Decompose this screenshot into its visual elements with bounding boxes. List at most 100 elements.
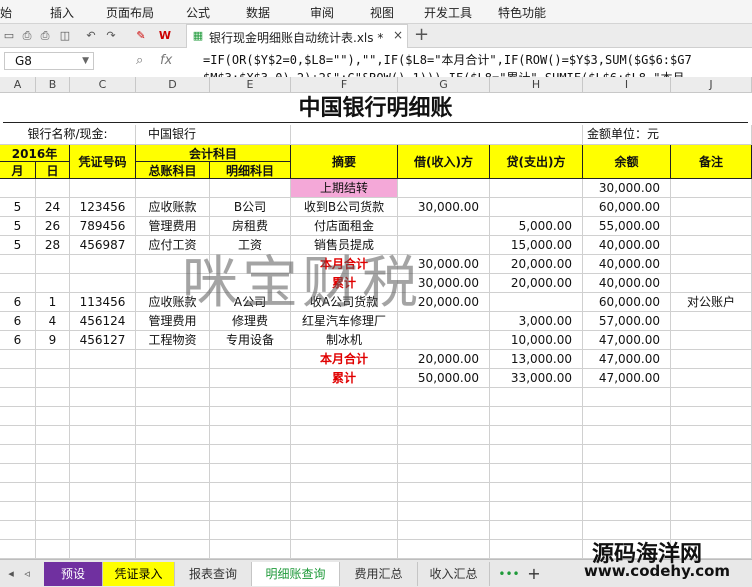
table-cell-m[interactable]: 5	[0, 198, 36, 217]
column-header-c[interactable]: C	[70, 77, 136, 93]
table-cell-bal[interactable]: 47,000.00	[583, 331, 671, 350]
empty-cell[interactable]	[583, 445, 671, 464]
empty-cell[interactable]	[70, 426, 136, 445]
empty-cell[interactable]	[291, 502, 398, 521]
table-cell-note[interactable]	[671, 274, 752, 293]
empty-cell[interactable]	[291, 426, 398, 445]
table-cell-d[interactable]: 26	[36, 217, 70, 236]
table-cell-g[interactable]	[136, 350, 210, 369]
table-cell-note[interactable]	[671, 217, 752, 236]
table-cell-m[interactable]	[0, 350, 36, 369]
empty-cell[interactable]	[0, 426, 36, 445]
column-header-d[interactable]: D	[136, 77, 210, 93]
empty-cell[interactable]	[291, 388, 398, 407]
empty-cell[interactable]	[490, 521, 583, 540]
menu-item-0[interactable]: 始	[0, 4, 12, 21]
empty-cell[interactable]	[36, 483, 70, 502]
menu-item-8[interactable]: 特色功能	[498, 4, 546, 21]
empty-cell[interactable]	[490, 502, 583, 521]
table-cell-credit[interactable]: 20,000.00	[490, 255, 583, 274]
empty-cell[interactable]	[210, 388, 291, 407]
table-cell-note[interactable]	[671, 236, 752, 255]
table-cell-credit[interactable]: 20,000.00	[490, 274, 583, 293]
table-cell-dt[interactable]: B公司	[210, 198, 291, 217]
empty-cell[interactable]	[210, 426, 291, 445]
table-cell-debit[interactable]	[398, 179, 490, 198]
menu-item-4[interactable]: 数据	[246, 4, 270, 21]
table-cell-g[interactable]: 工程物资	[136, 331, 210, 350]
table-cell-s[interactable]: 累计	[291, 369, 398, 388]
table-cell-credit[interactable]: 33,000.00	[490, 369, 583, 388]
empty-cell[interactable]	[398, 445, 490, 464]
document-tab[interactable]: ▦ 银行现金明细账自动统计表.xls * ×	[186, 24, 408, 48]
empty-cell[interactable]	[583, 483, 671, 502]
sheet-tab-2[interactable]: 报表查询	[175, 562, 252, 586]
table-cell-s[interactable]: 上期结转	[291, 179, 398, 198]
empty-cell[interactable]	[136, 426, 210, 445]
table-cell-g[interactable]	[136, 179, 210, 198]
empty-cell[interactable]	[136, 464, 210, 483]
table-cell-note[interactable]	[671, 331, 752, 350]
column-header-e[interactable]: E	[210, 77, 291, 93]
wps-logo-icon[interactable]: W	[158, 29, 172, 43]
table-cell-debit[interactable]: 20,000.00	[398, 350, 490, 369]
empty-cell[interactable]	[398, 521, 490, 540]
table-cell-v[interactable]	[70, 350, 136, 369]
empty-cell[interactable]	[136, 407, 210, 426]
table-cell-d[interactable]	[36, 255, 70, 274]
pdf-icon[interactable]: ⎙	[20, 29, 34, 43]
empty-cell[interactable]	[136, 388, 210, 407]
menu-item-1[interactable]: 插入	[50, 4, 74, 21]
column-header-b[interactable]: B	[36, 77, 70, 93]
empty-cell[interactable]	[671, 388, 752, 407]
empty-cell[interactable]	[210, 445, 291, 464]
empty-cell[interactable]	[0, 388, 36, 407]
table-cell-g[interactable]: 应收账款	[136, 198, 210, 217]
table-cell-m[interactable]: 6	[0, 293, 36, 312]
table-cell-v[interactable]	[70, 274, 136, 293]
table-cell-v[interactable]: 456127	[70, 331, 136, 350]
table-cell-m[interactable]	[0, 179, 36, 198]
table-cell-note[interactable]	[671, 255, 752, 274]
table-cell-debit[interactable]: 30,000.00	[398, 198, 490, 217]
table-cell-d[interactable]	[36, 274, 70, 293]
menu-item-3[interactable]: 公式	[186, 4, 210, 21]
table-cell-v[interactable]: 123456	[70, 198, 136, 217]
empty-cell[interactable]	[0, 407, 36, 426]
table-cell-note[interactable]: 对公账户	[671, 293, 752, 312]
table-cell-dt[interactable]	[210, 369, 291, 388]
table-cell-note[interactable]	[671, 179, 752, 198]
table-cell-bal[interactable]: 57,000.00	[583, 312, 671, 331]
menu-item-2[interactable]: 页面布局	[106, 4, 154, 21]
empty-cell[interactable]	[36, 445, 70, 464]
table-cell-d[interactable]: 1	[36, 293, 70, 312]
table-cell-d[interactable]	[36, 369, 70, 388]
empty-cell[interactable]	[291, 445, 398, 464]
empty-cell[interactable]	[671, 407, 752, 426]
empty-cell[interactable]	[490, 483, 583, 502]
table-cell-credit[interactable]	[490, 293, 583, 312]
empty-cell[interactable]	[398, 540, 490, 559]
empty-cell[interactable]	[490, 464, 583, 483]
column-header-g[interactable]: G	[398, 77, 490, 93]
empty-cell[interactable]	[70, 483, 136, 502]
empty-cell[interactable]	[291, 540, 398, 559]
table-cell-m[interactable]	[0, 274, 36, 293]
table-cell-credit[interactable]: 5,000.00	[490, 217, 583, 236]
empty-cell[interactable]	[136, 540, 210, 559]
new-tab-button[interactable]: +	[414, 24, 429, 46]
menu-item-6[interactable]: 视图	[370, 4, 394, 21]
empty-cell[interactable]	[671, 502, 752, 521]
table-cell-d[interactable]	[36, 350, 70, 369]
empty-cell[interactable]	[0, 540, 36, 559]
empty-cell[interactable]	[136, 521, 210, 540]
table-cell-s[interactable]: 收到B公司货款	[291, 198, 398, 217]
empty-cell[interactable]	[398, 483, 490, 502]
table-cell-s[interactable]: 付店面租金	[291, 217, 398, 236]
undo-icon[interactable]: ↶	[84, 29, 98, 43]
table-cell-bal[interactable]: 60,000.00	[583, 198, 671, 217]
empty-cell[interactable]	[583, 464, 671, 483]
table-cell-m[interactable]: 6	[0, 331, 36, 350]
empty-cell[interactable]	[136, 502, 210, 521]
empty-cell[interactable]	[490, 407, 583, 426]
